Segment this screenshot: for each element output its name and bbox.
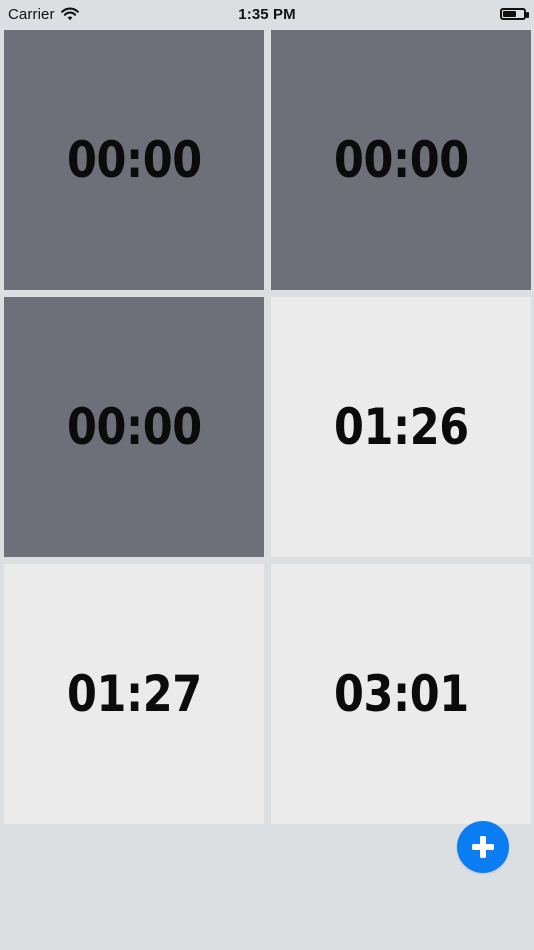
status-left: Carrier: [8, 6, 79, 23]
timer-time: 03:01: [333, 665, 469, 723]
timer-time: 00:00: [66, 131, 202, 189]
status-time-wrapper: 1:35 PM: [0, 0, 534, 28]
timer-tile[interactable]: 01:26: [271, 297, 531, 557]
status-bar: Carrier 1:35 PM: [0, 0, 534, 28]
timer-time: 00:00: [333, 131, 469, 189]
timer-grid: 00:00 00:00 00:00 01:26 01:27 03:01: [4, 30, 531, 824]
timer-time: 01:27: [66, 665, 202, 723]
timer-time: 01:26: [333, 398, 469, 456]
timer-tile[interactable]: 01:27: [4, 564, 264, 824]
add-timer-button[interactable]: [457, 821, 509, 873]
status-time: 1:35 PM: [238, 5, 296, 23]
battery-icon: [500, 8, 529, 20]
timer-tile[interactable]: 03:01: [271, 564, 531, 824]
plus-icon: [472, 836, 494, 858]
timer-tile[interactable]: 00:00: [4, 297, 264, 557]
timer-tile[interactable]: 00:00: [4, 30, 264, 290]
status-right: [500, 8, 529, 20]
wifi-icon: [60, 7, 79, 21]
timer-time: 00:00: [66, 398, 202, 456]
carrier-label: Carrier: [8, 5, 55, 23]
battery-fill: [503, 11, 516, 17]
timer-tile[interactable]: 00:00: [271, 30, 531, 290]
